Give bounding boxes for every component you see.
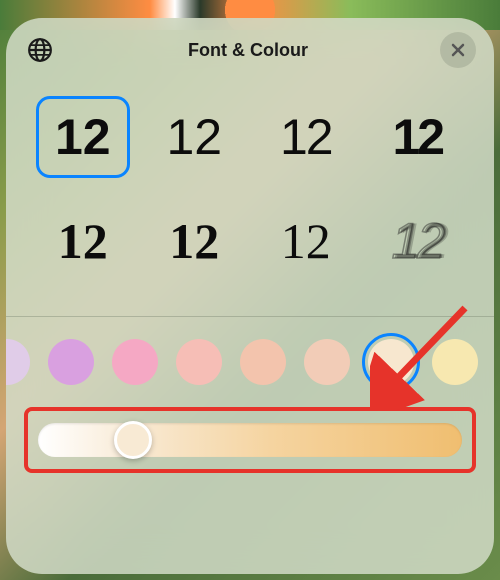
font-sample: 12 <box>55 108 111 166</box>
font-option-6[interactable]: 12 <box>148 200 242 282</box>
colour-swatch-5[interactable] <box>240 339 286 385</box>
colour-swatch-1[interactable] <box>6 339 30 385</box>
font-sample: 12 <box>281 212 331 270</box>
colour-swatch-3[interactable] <box>112 339 158 385</box>
font-sample: 12 <box>166 108 222 166</box>
font-picker-grid: 12 12 12 12 12 12 12 12 <box>6 78 494 316</box>
font-option-4[interactable]: 12 <box>371 96 465 178</box>
font-option-2[interactable]: 12 <box>148 96 242 178</box>
sheet-header: Font & Colour <box>6 18 494 78</box>
hue-slider-thumb[interactable] <box>114 421 152 459</box>
colour-swatch-2[interactable] <box>48 339 94 385</box>
hue-slider[interactable] <box>38 423 462 457</box>
font-sample: 12 <box>58 212 108 270</box>
colour-swatch-4[interactable] <box>176 339 222 385</box>
colour-swatch-row[interactable] <box>6 317 494 393</box>
font-sample: 12 <box>392 108 442 166</box>
font-option-8[interactable]: 12 <box>371 200 465 282</box>
colour-swatch-8[interactable] <box>432 339 478 385</box>
close-icon <box>450 42 466 58</box>
font-option-1[interactable]: 12 <box>36 96 130 178</box>
font-sample: 12 <box>169 212 219 270</box>
globe-button[interactable] <box>24 34 56 66</box>
font-option-7[interactable]: 12 <box>259 200 353 282</box>
slider-highlight-annotation <box>24 407 476 473</box>
font-option-5[interactable]: 12 <box>36 200 130 282</box>
font-option-3[interactable]: 12 <box>259 96 353 178</box>
font-colour-sheet: Font & Colour 12 12 12 12 12 12 12 12 <box>6 18 494 574</box>
globe-icon <box>27 37 53 63</box>
font-sample: 12 <box>391 212 443 270</box>
close-button[interactable] <box>440 32 476 68</box>
sheet-title: Font & Colour <box>188 40 308 61</box>
font-sample: 12 <box>280 108 332 166</box>
colour-swatch-7[interactable] <box>368 339 414 385</box>
colour-swatch-6[interactable] <box>304 339 350 385</box>
